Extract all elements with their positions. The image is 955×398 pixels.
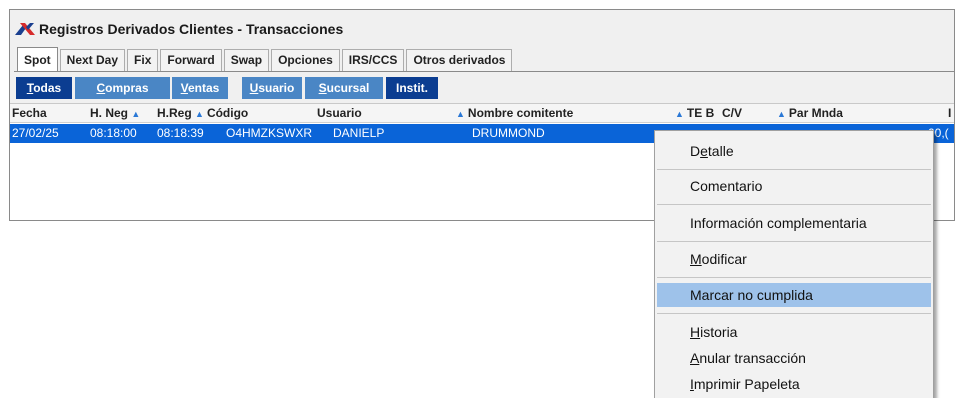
menu-detalle-rest: talle [707,143,734,159]
col-par-mnda[interactable]: ▲ Par Mnda [777,106,843,120]
col-codigo-label: Código [206,106,249,120]
filter-instit-label: Instit. [396,81,428,95]
menu-item-modificar[interactable]: Modificar [657,247,931,271]
filter-todas-button[interactable]: Todas [16,77,72,99]
filter-sucursal-button[interactable]: Sucursal [305,77,383,99]
cell-h-neg: 08:18:00 [90,126,137,140]
col-h-neg[interactable]: H. Neg ▲ [90,106,143,120]
sort-asc-icon: ▲ [777,109,786,119]
menu-item-detalle[interactable]: Detalle [657,139,931,163]
menu-historia-rest: istoria [700,324,738,340]
menu-marcar-label: Marcar no cumplida [690,287,813,303]
sort-asc-icon: ▲ [131,109,141,119]
col-nombre-comitente[interactable]: ▲ Nombre comitente [456,106,573,120]
filter-instit-button[interactable]: Instit. [386,77,438,99]
col-usuario[interactable]: Usuario [317,106,362,120]
menu-item-historia[interactable]: Historia [657,320,931,344]
tab-otros-derivados[interactable]: Otros derivados [406,49,513,71]
menu-separator [657,313,931,314]
menu-item-comentario[interactable]: Comentario [657,174,931,198]
filter-sucursal-accel: S [318,81,327,95]
app-logo-icon [15,23,35,35]
filter-compras-label: ompras [105,81,149,95]
filter-todas-label: odas [33,81,62,95]
title-bar: Registros Derivados Clientes - Transacci… [10,10,954,46]
tab-next-day[interactable]: Next Day [59,49,126,71]
tab-forward[interactable]: Forward [160,49,222,71]
menu-comentario-label: Comentario [690,178,763,194]
filter-sucursal-label: ucursal [326,81,370,95]
col-fecha[interactable]: Fecha [12,106,47,120]
tab-swap[interactable]: Swap [223,49,270,71]
menu-informacion-label: Información complementaria [690,215,867,231]
cell-fecha: 27/02/25 [12,126,59,140]
col-te-b[interactable]: ▲ TE B [675,106,714,120]
menu-anular-accel: A [690,350,700,366]
col-h-reg-label: H.Reg [157,106,192,120]
menu-detalle-accel: e [700,143,708,159]
menu-item-informacion-complementaria[interactable]: Información complementaria [657,211,931,235]
col-h-neg-label: H. Neg [90,106,129,120]
menu-separator [657,241,931,242]
window-title: Registros Derivados Clientes - Transacci… [39,21,344,37]
col-b-label: B [705,106,715,120]
filter-compras-button[interactable]: Compras [75,77,170,99]
filter-usuario-button[interactable]: Usuario [242,77,302,99]
cell-nombre: DRUMMOND [472,126,545,140]
filter-ventas-button[interactable]: Ventas [172,77,228,99]
tab-fix[interactable]: Fix [127,49,159,71]
menu-item-anular-transaccion[interactable]: Anular transacción [657,346,931,370]
col-importe[interactable]: I [948,106,951,120]
menu-separator [657,204,931,205]
filter-usuario-label: suario [258,81,295,95]
tab-strip: Spot Next Day Fix Forward Swap Opciones … [17,47,514,71]
sort-asc-icon: ▲ [675,109,684,119]
col-cv[interactable]: C/V [722,106,742,120]
menu-historia-accel: H [690,324,701,340]
tab-irs-ccs[interactable]: IRS/CCS [341,49,405,71]
grid-header: Fecha H. Neg ▲ H.Reg ▲ Código Usuario ▲ No… [10,104,954,123]
cell-h-reg: 08:18:39 [157,126,204,140]
sort-asc-icon: ▲ [195,109,204,119]
cell-codigo: O4HMZKSWXR [226,126,313,140]
tab-opciones[interactable]: Opciones [271,49,340,71]
sort-asc-icon: ▲ [456,109,465,119]
filter-bar: Todas Compras Ventas Usuario Sucursal In… [14,72,954,100]
menu-item-imprimir-papeleta[interactable]: Imprimir Papeleta [657,372,931,396]
menu-item-marcar-no-cumplida[interactable]: Marcar no cumplida [657,283,931,307]
col-nombre-label: Nombre comitente [467,106,574,120]
menu-separator [657,169,931,170]
col-h-reg[interactable]: H.Reg ▲ Código [157,106,248,120]
col-te-label: TE [686,106,703,120]
filter-ventas-label: entas [187,81,220,95]
cell-usuario: DANIELP [333,126,385,140]
filter-compras-accel: C [96,81,106,95]
menu-modificar-accel: M [690,251,702,267]
filter-ventas-accel: V [180,81,188,95]
col-par-label: Par Mnda [788,106,843,120]
menu-detalle-pre: D [690,143,701,159]
menu-anular-rest: nular transacción [699,350,806,366]
menu-separator [657,277,931,278]
menu-modificar-rest: odificar [701,251,747,267]
context-menu: Detalle Comentario Información complemen… [654,130,934,398]
menu-imprimir-rest: mprimir Papeleta [693,376,800,392]
tab-spot[interactable]: Spot [17,47,58,71]
